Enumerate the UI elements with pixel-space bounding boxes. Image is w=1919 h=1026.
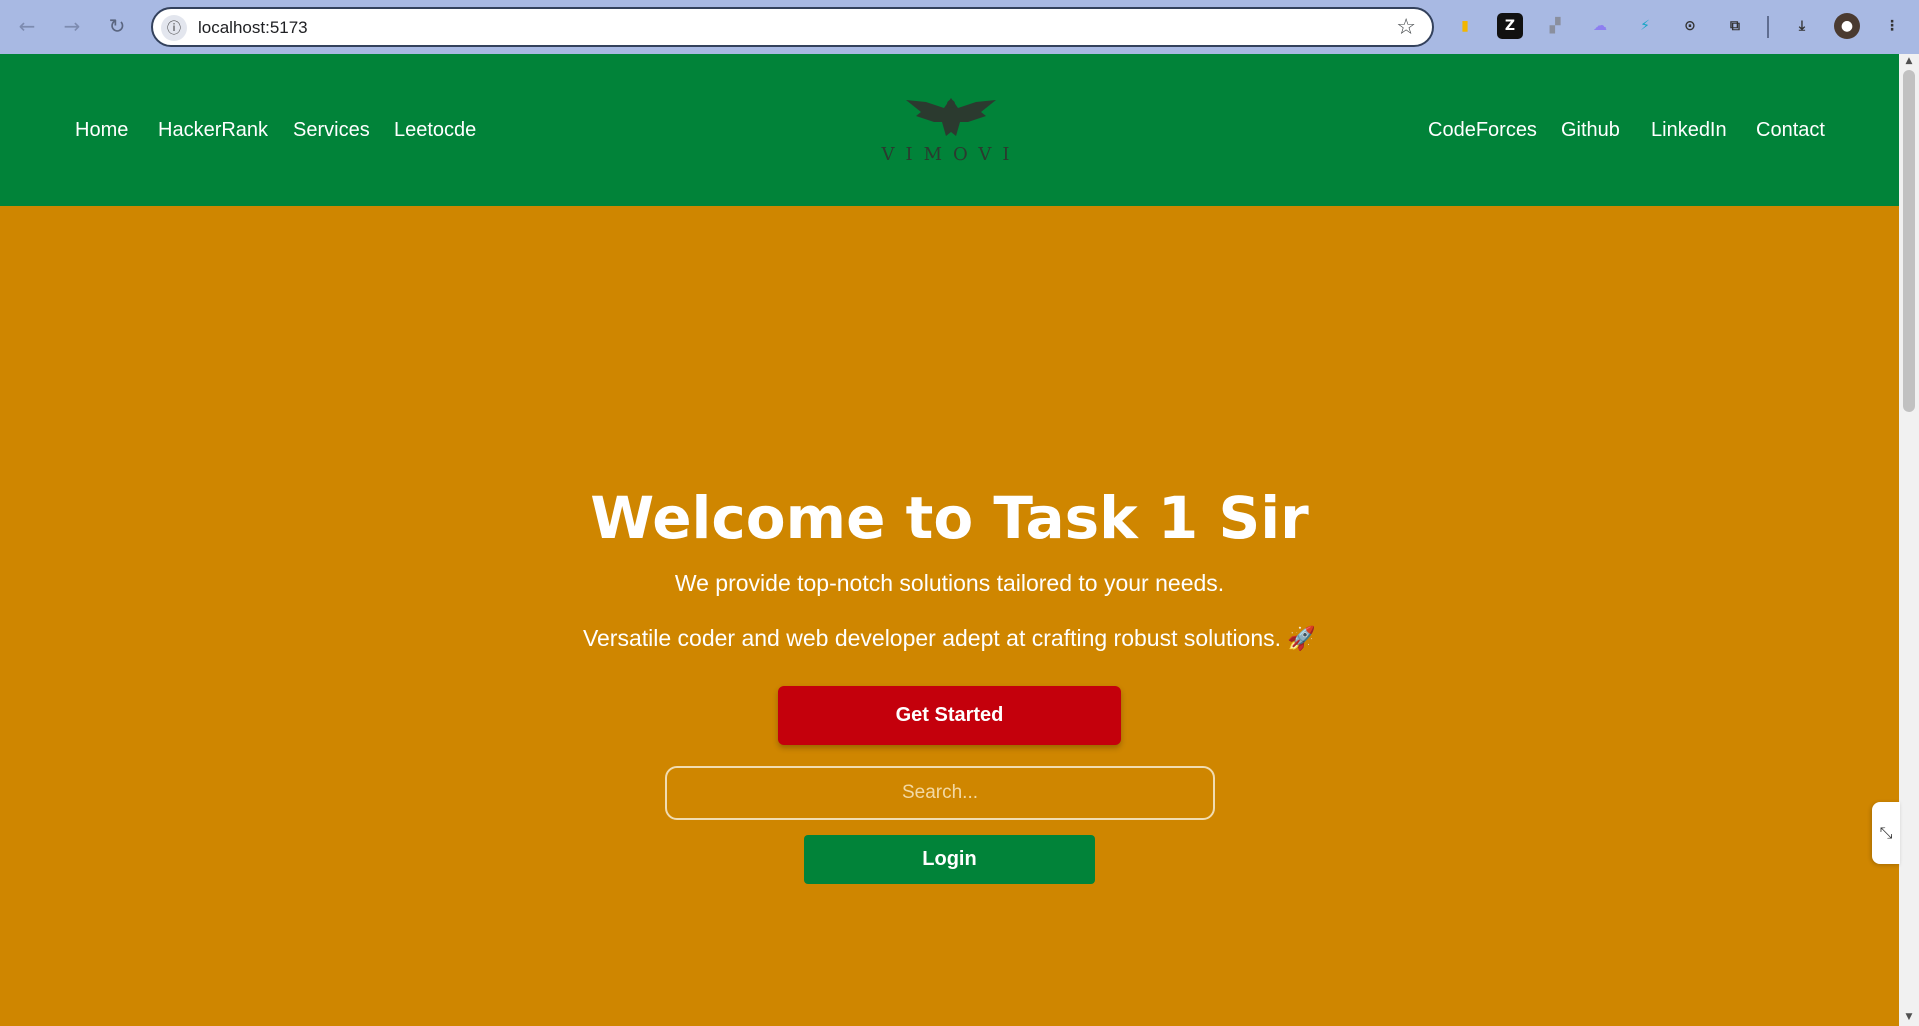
site-info-icon[interactable]: ⓘ [161, 15, 187, 41]
login-button[interactable]: Login [804, 835, 1095, 884]
vimovi-logo[interactable]: VIMOVI [876, 92, 1026, 172]
bookmark-star-icon[interactable]: ☆ [1396, 15, 1416, 40]
extension-gray-icon[interactable]: ▞ [1542, 13, 1568, 39]
hero-tagline: Versatile coder and web developer adept … [582, 625, 1317, 651]
eagle-logo-icon [906, 98, 996, 136]
extension-purple-icon[interactable]: ☁ [1587, 13, 1613, 39]
menu-dots-icon[interactable]: ⋮ [1879, 13, 1905, 39]
nav-linkedin[interactable]: LinkedIn [1651, 119, 1727, 142]
avatar[interactable]: ● [1834, 13, 1860, 39]
url-text[interactable]: localhost:5173 [198, 18, 308, 38]
download-icon[interactable]: ⤓ [1789, 13, 1815, 39]
nav-hackerrank[interactable]: HackerRank [158, 119, 268, 142]
nav-leetcode[interactable]: Leetocde [394, 119, 476, 142]
page-scrollbar[interactable]: ▲ ▼ [1899, 54, 1919, 1026]
code-brackets-icon[interactable]: ⊙ [1677, 13, 1703, 39]
forward-arrow-icon[interactable]: → [56, 10, 88, 42]
scroll-up-icon[interactable]: ▲ [1904, 56, 1914, 66]
scroll-thumb[interactable] [1903, 70, 1915, 412]
logo-text: VIMOVI [881, 144, 1021, 165]
nav-home[interactable]: Home [75, 119, 128, 142]
resize-handle-icon: ⤡ [1879, 823, 1893, 842]
extension-yellow-icon[interactable]: ▮ [1452, 13, 1478, 39]
zotero-z-icon[interactable]: Z [1497, 13, 1523, 39]
address-bar[interactable]: ⓘ localhost:5173 ☆ [151, 7, 1434, 47]
browser-toolbar: ← → ↻ ⓘ localhost:5173 ☆ ▮ Z ▞ ☁ ⚡ ⊙ ⧉ ⤓… [0, 0, 1919, 54]
search-input[interactable] [665, 766, 1215, 820]
reload-icon[interactable]: ↻ [101, 10, 133, 42]
nav-services[interactable]: Services [293, 119, 370, 142]
nav-contact[interactable]: Contact [1756, 119, 1825, 142]
hero-subtitle: We provide top-notch solutions tailored … [674, 570, 1225, 596]
side-widget-tab[interactable]: ⤡ [1872, 802, 1900, 864]
get-started-button[interactable]: Get Started [778, 686, 1121, 745]
toolbar-divider [1767, 16, 1769, 38]
nav-codeforces[interactable]: CodeForces [1428, 119, 1537, 142]
scroll-down-icon[interactable]: ▼ [1904, 1012, 1914, 1022]
nav-github[interactable]: Github [1561, 119, 1620, 142]
extension-blue-icon[interactable]: ⚡ [1632, 13, 1658, 39]
puzzle-icon[interactable]: ⧉ [1722, 13, 1748, 39]
hero-title: Welcome to Task 1 Sir [590, 484, 1309, 552]
back-arrow-icon[interactable]: ← [11, 10, 43, 42]
site-header: Home HackerRank Services Leetocde VIMOVI… [0, 54, 1899, 206]
